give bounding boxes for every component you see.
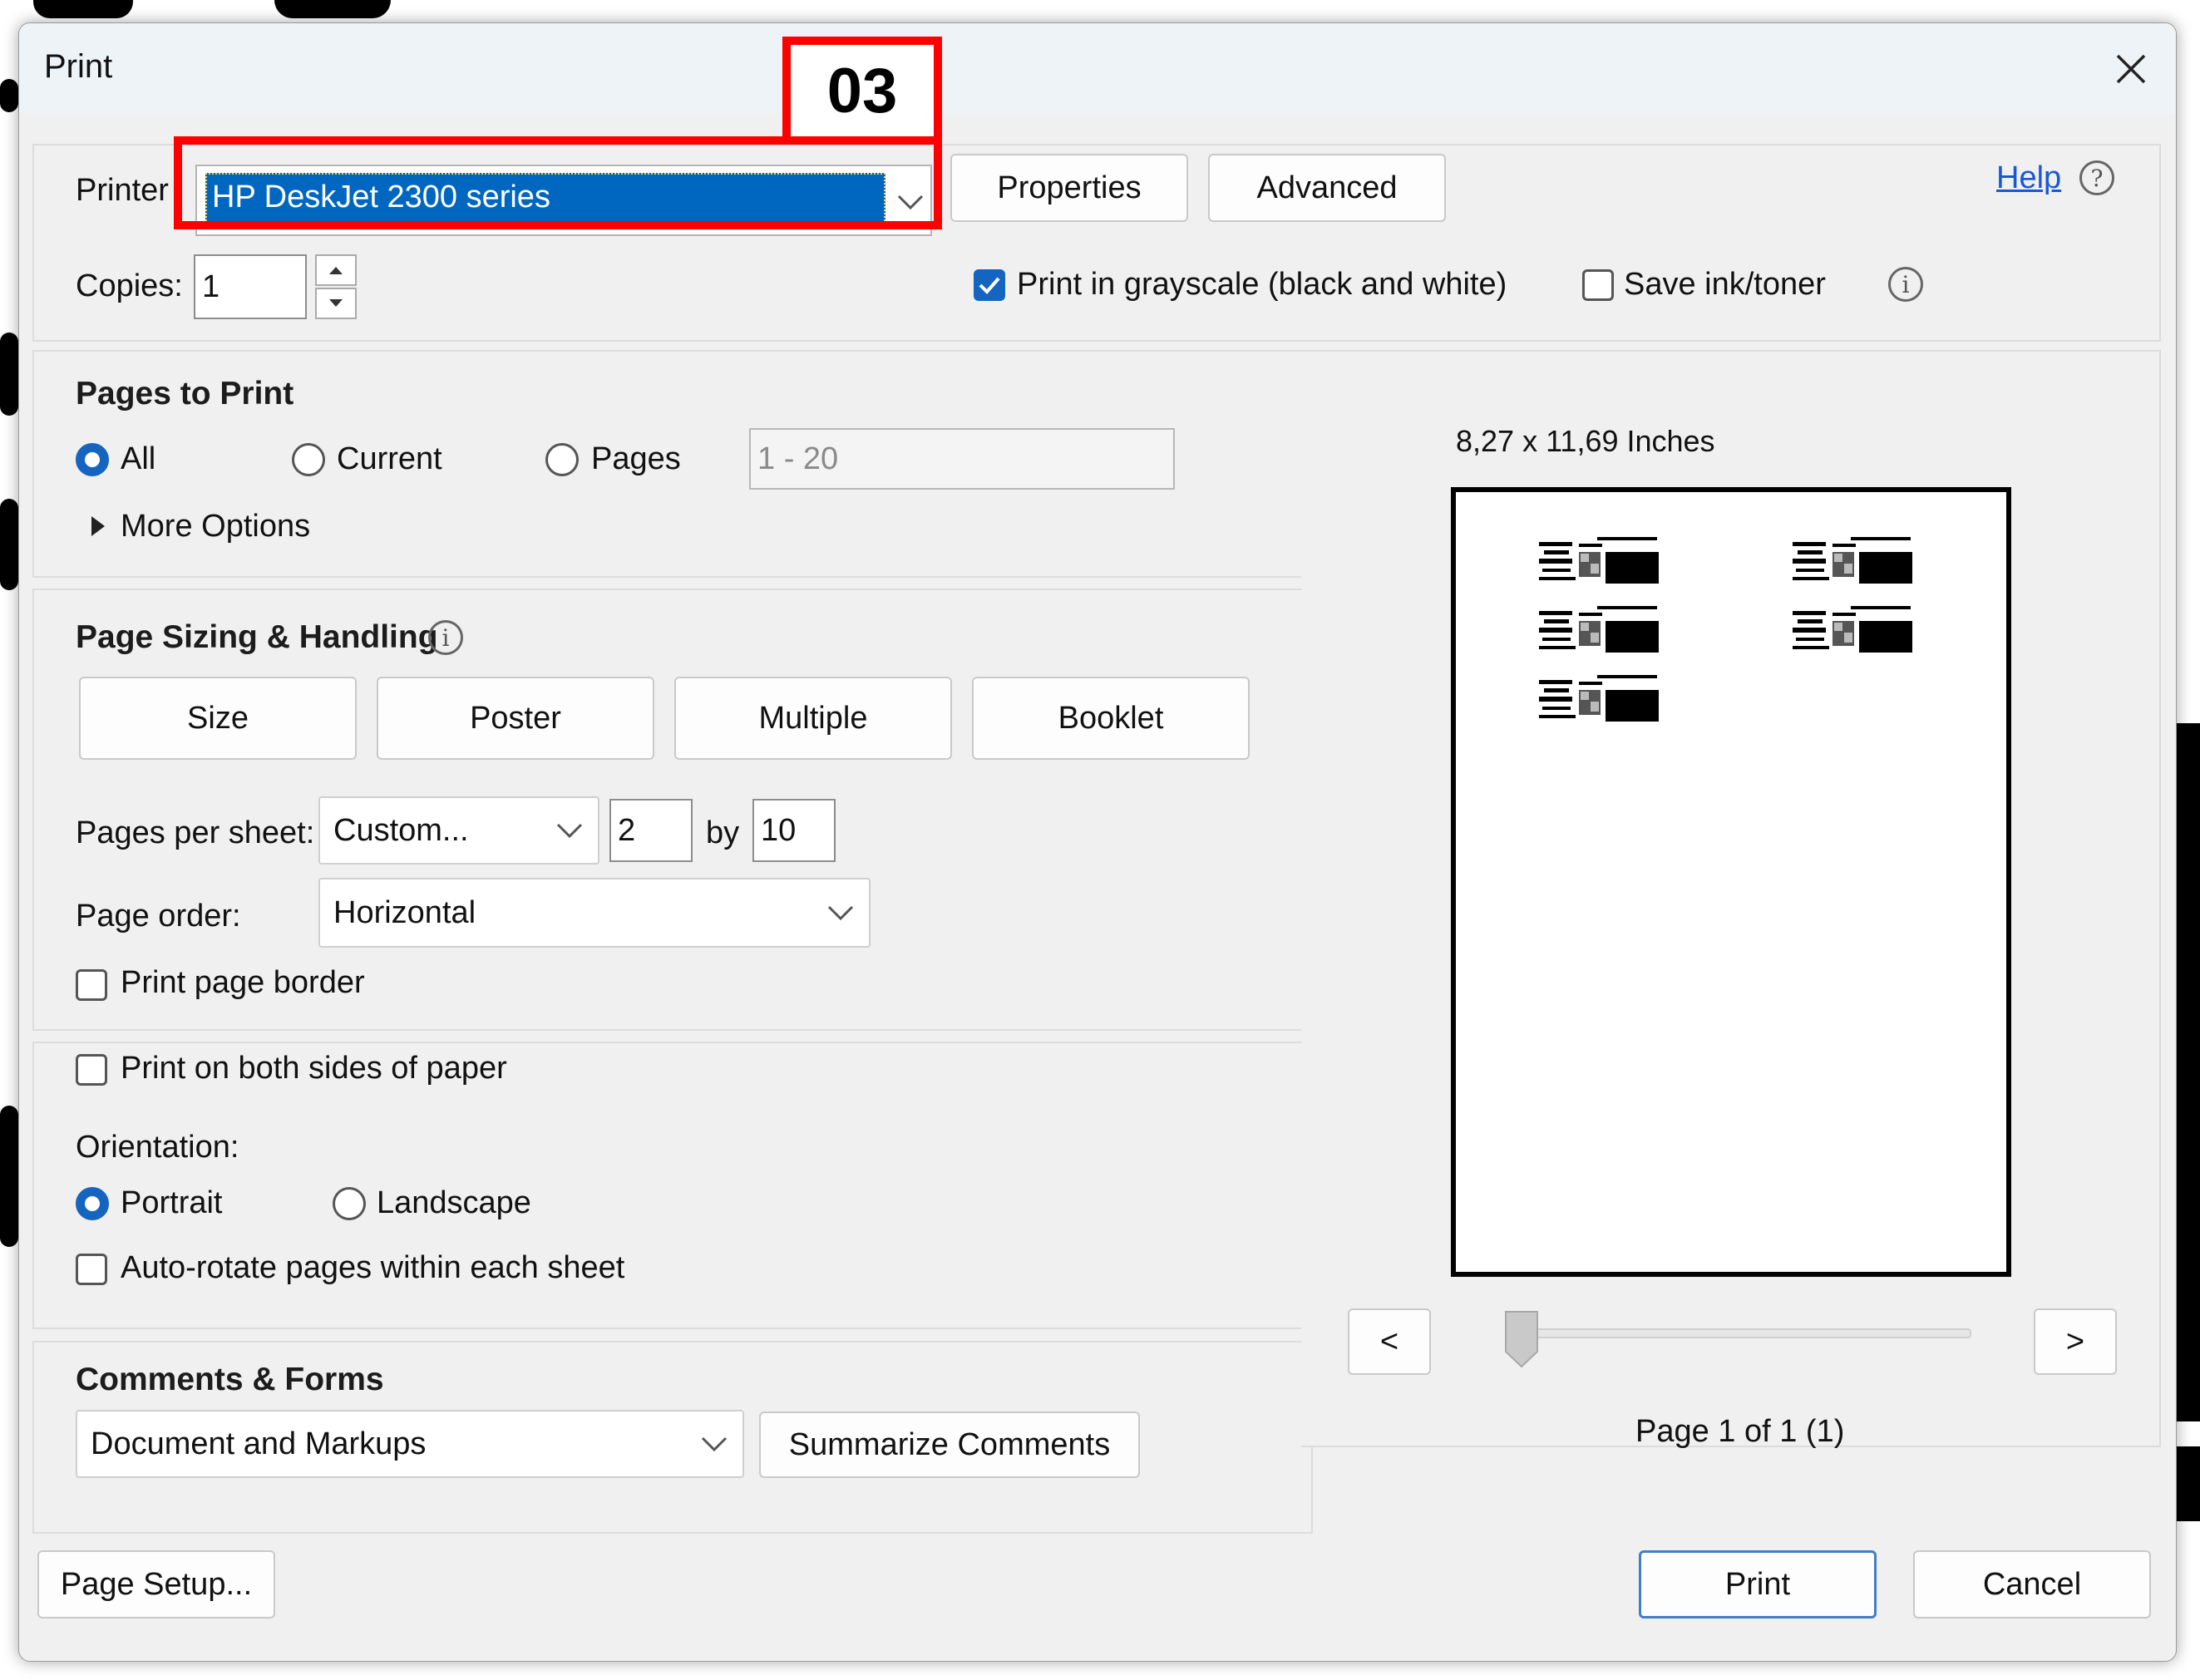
tab-poster[interactable]: Poster: [377, 677, 654, 760]
page-slider-thumb[interactable]: [1504, 1310, 1539, 1368]
properties-button[interactable]: Properties: [950, 154, 1188, 222]
pages-range-radio[interactable]: [545, 443, 579, 476]
tab-booklet[interactable]: Booklet: [972, 677, 1250, 760]
arrow-up-icon: [329, 267, 343, 274]
title-bar: [19, 23, 2176, 113]
pages-current-label: Current: [337, 441, 442, 476]
pages-per-sheet-rows-input[interactable]: 10: [752, 799, 836, 862]
chevron-down-icon: [701, 1436, 728, 1452]
pages-range-label: Pages: [591, 441, 681, 476]
background-document-fragment: [0, 499, 18, 590]
close-button[interactable]: [2106, 44, 2156, 94]
print-border-checkbox[interactable]: [76, 969, 107, 1001]
more-options-label[interactable]: More Options: [121, 509, 310, 544]
page-order-value: Horizontal: [333, 894, 476, 930]
copies-increment-button[interactable]: [315, 254, 357, 286]
page-setup-button[interactable]: Page Setup...: [37, 1550, 275, 1618]
tab-multiple[interactable]: Multiple: [674, 677, 952, 760]
pages-all-radio[interactable]: [76, 443, 109, 476]
page-order-select[interactable]: Horizontal: [318, 878, 871, 948]
chevron-down-icon: [827, 905, 854, 921]
page-preview-thumbnails: [1539, 537, 1912, 722]
info-icon[interactable]: i: [1888, 267, 1923, 302]
copies-decrement-button[interactable]: [315, 288, 357, 319]
chevron-down-icon: [556, 823, 583, 839]
page-sizing-heading: Page Sizing & Handling: [76, 619, 438, 655]
annotation-highlight-box: [174, 136, 942, 229]
next-page-button[interactable]: >: [2034, 1308, 2117, 1375]
background-document-fragment: [0, 1106, 18, 1247]
background-document-fragment: [0, 79, 18, 112]
pages-per-sheet-value: Custom...: [333, 812, 469, 848]
pages-current-radio[interactable]: [292, 443, 325, 476]
save-ink-checkbox[interactable]: [1582, 269, 1614, 301]
advanced-button[interactable]: Advanced: [1208, 154, 1446, 222]
both-sides-checkbox[interactable]: [76, 1054, 107, 1086]
print-border-label: Print page border: [121, 965, 365, 1000]
copies-input[interactable]: 1: [194, 254, 307, 319]
pages-to-print-heading: Pages to Print: [76, 376, 294, 411]
page-order-label: Page order:: [76, 899, 241, 934]
background-document-fragment: [2177, 1446, 2200, 1521]
grayscale-checkbox[interactable]: [974, 269, 1005, 301]
portrait-label: Portrait: [121, 1185, 223, 1220]
auto-rotate-checkbox[interactable]: [76, 1254, 107, 1285]
landscape-radio[interactable]: [333, 1187, 366, 1220]
auto-rotate-label: Auto-rotate pages within each sheet: [121, 1250, 625, 1285]
page-preview: [1451, 487, 2011, 1277]
summarize-comments-button[interactable]: Summarize Comments: [759, 1411, 1140, 1478]
arrow-down-icon: [329, 299, 343, 307]
dialog-title: Print: [44, 48, 113, 85]
help-icon[interactable]: ?: [2079, 160, 2114, 195]
copies-label: Copies:: [76, 269, 183, 303]
expand-triangle-icon[interactable]: [89, 514, 107, 539]
print-dialog: Print Printer HP DeskJet 2300 series Pro…: [18, 22, 2177, 1662]
info-icon[interactable]: i: [428, 620, 463, 655]
tab-size[interactable]: Size: [79, 677, 357, 760]
page-slider-track[interactable]: [1506, 1328, 1971, 1338]
pages-range-input[interactable]: 1 - 20: [749, 428, 1175, 490]
comments-forms-value: Document and Markups: [91, 1426, 427, 1461]
print-button[interactable]: Print: [1639, 1550, 1877, 1618]
help-link[interactable]: Help: [1996, 160, 2061, 196]
portrait-radio[interactable]: [76, 1187, 109, 1220]
comments-forms-select[interactable]: Document and Markups: [76, 1410, 744, 1478]
pages-per-sheet-label: Pages per sheet:: [76, 815, 315, 850]
page-status: Page 1 of 1 (1): [1635, 1414, 1845, 1449]
background-document-fragment: [274, 0, 391, 18]
pages-per-sheet-columns-input[interactable]: 2: [609, 799, 693, 862]
pages-per-sheet-select[interactable]: Custom...: [318, 796, 599, 865]
close-icon: [2116, 54, 2146, 84]
checkmark-icon: [979, 277, 1000, 294]
annotation-step-badge: 03: [782, 37, 942, 145]
landscape-label: Landscape: [377, 1185, 531, 1220]
save-ink-label: Save ink/toner: [1624, 267, 1826, 302]
comments-forms-heading: Comments & Forms: [76, 1362, 384, 1397]
by-label: by: [706, 815, 740, 850]
cancel-button[interactable]: Cancel: [1913, 1550, 2151, 1618]
background-document-fragment: [2177, 723, 2200, 1421]
pages-all-label: All: [121, 441, 156, 476]
both-sides-label: Print on both sides of paper: [121, 1051, 507, 1086]
printer-label: Printer: [76, 173, 169, 208]
orientation-label: Orientation:: [76, 1130, 239, 1165]
previous-page-button[interactable]: <: [1348, 1308, 1431, 1375]
background-document-fragment: [0, 333, 18, 416]
background-document-fragment: [33, 0, 133, 18]
paper-size-label: 8,27 x 11,69 Inches: [1456, 424, 1715, 458]
annotation-step-label: 03: [826, 55, 898, 126]
grayscale-label: Print in grayscale (black and white): [1017, 267, 1507, 302]
